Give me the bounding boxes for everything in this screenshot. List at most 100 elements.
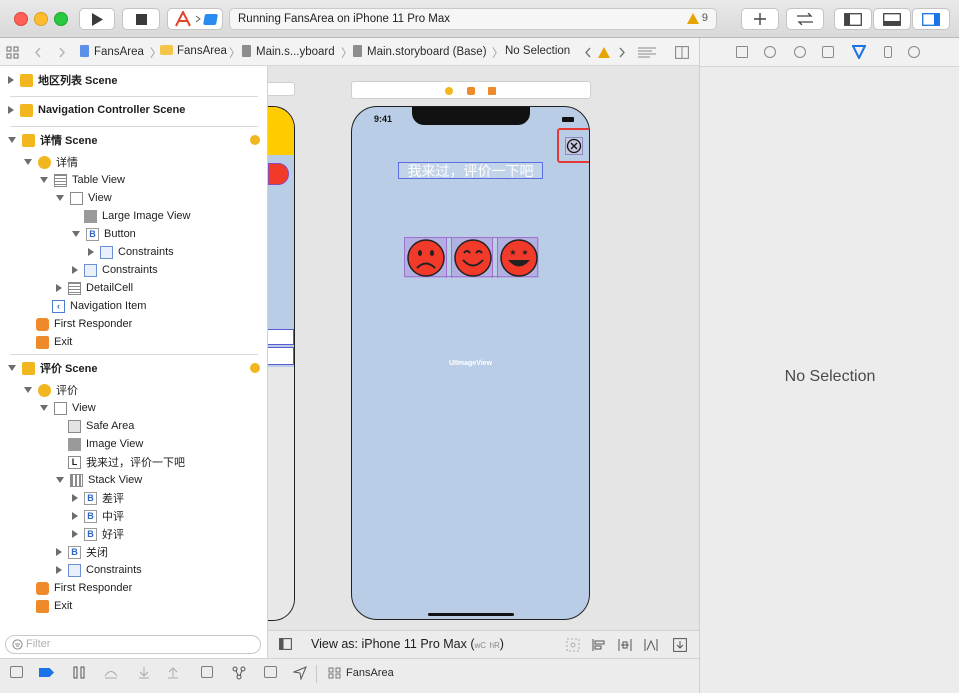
neutral-button[interactable]	[451, 238, 493, 278]
outline-row-button[interactable]: B 好评	[72, 525, 124, 543]
scene-dock[interactable]	[268, 82, 295, 96]
disclosure-triangle-icon[interactable]	[24, 159, 32, 165]
outline-row-view[interactable]: View	[40, 399, 96, 417]
forward-chevron-icon[interactable]	[58, 47, 66, 58]
add-editor-icon[interactable]	[675, 46, 689, 59]
history-inspector-icon[interactable]	[764, 46, 776, 58]
outline-row-scene[interactable]: 评价 Scene	[8, 359, 97, 377]
close-window-button[interactable]	[14, 12, 28, 26]
disclosure-triangle-icon[interactable]	[72, 231, 80, 237]
disclosure-triangle-icon[interactable]	[40, 177, 48, 183]
view-as-control[interactable]: View as: iPhone 11 Pro Max (wC hR)	[311, 637, 504, 651]
embed-in-icon[interactable]	[673, 638, 687, 652]
first-responder-icon[interactable]	[467, 87, 475, 95]
disclosure-triangle-icon[interactable]	[72, 494, 78, 502]
outline-row-button[interactable]: B 关闭	[56, 543, 108, 561]
outline-row-label[interactable]: L 我来过，评价一下吧	[68, 453, 185, 471]
breadcrumb-project[interactable]: FansArea	[80, 45, 144, 58]
pause-icon[interactable]	[73, 666, 85, 679]
code-review-button[interactable]	[786, 8, 824, 30]
outline-row-exit[interactable]: Exit	[36, 597, 72, 615]
run-button[interactable]	[79, 8, 115, 30]
minimize-window-button[interactable]	[34, 12, 48, 26]
memory-graph-icon[interactable]	[232, 666, 246, 680]
toggle-debug-area-button[interactable]	[873, 8, 911, 30]
disclosure-triangle-icon[interactable]	[72, 512, 78, 520]
back-chevron-icon[interactable]	[34, 47, 42, 58]
outline-row-view-controller[interactable]: 评价	[24, 381, 78, 399]
previous-issue-icon[interactable]	[584, 47, 592, 58]
outline-row-table-cell[interactable]: DetailCell	[56, 279, 133, 297]
prompt-label[interactable]: 我来过，评价一下吧	[398, 162, 543, 179]
outline-row-scene[interactable]: 详情 Scene	[8, 131, 97, 149]
outline-row-constraints[interactable]: Constraints	[72, 261, 158, 279]
outline-row-image-view[interactable]: Image View	[68, 435, 143, 453]
step-into-icon[interactable]	[138, 666, 150, 679]
outline-row-view[interactable]: View	[56, 189, 112, 207]
disclosure-triangle-icon[interactable]	[24, 387, 32, 393]
breadcrumb-selection[interactable]: No Selection	[505, 45, 570, 57]
outline-row-exit[interactable]: Exit	[36, 333, 72, 351]
filter-field[interactable]: Filter	[5, 635, 261, 654]
issue-warning-icon[interactable]	[598, 47, 610, 58]
outline-row-image-view[interactable]: Large Image View	[84, 207, 190, 225]
disclosure-triangle-icon[interactable]	[56, 195, 64, 201]
rating-stack-view[interactable]: ★ ★	[404, 237, 539, 278]
next-issue-icon[interactable]	[618, 47, 626, 58]
breadcrumb-group[interactable]: FansArea	[160, 45, 227, 57]
exit-icon[interactable]	[488, 87, 496, 95]
target-name[interactable]: FansArea	[346, 667, 394, 679]
disclosure-triangle-icon[interactable]	[8, 106, 14, 114]
outline-row-button[interactable]: B 差评	[72, 489, 124, 507]
warnings-indicator[interactable]: 9	[686, 12, 708, 24]
hide-debug-area-icon[interactable]	[10, 666, 23, 678]
scheme-selector[interactable]	[167, 8, 223, 30]
size-inspector-icon[interactable]	[884, 46, 892, 58]
disclosure-triangle-icon[interactable]	[8, 76, 14, 84]
stop-button[interactable]	[122, 8, 160, 30]
view-hierarchy-icon[interactable]	[201, 666, 213, 678]
resolve-layout-icon[interactable]	[644, 638, 658, 652]
step-out-icon[interactable]	[167, 666, 179, 679]
disclosure-triangle-icon[interactable]	[88, 248, 94, 256]
outline-row-scene[interactable]: 地区列表 Scene	[8, 71, 117, 89]
align-icon[interactable]	[592, 638, 606, 652]
good-button[interactable]: ★ ★	[497, 238, 539, 278]
breadcrumb-localization[interactable]: Main.storyboard (Base)	[353, 45, 487, 58]
attributes-inspector-icon[interactable]	[852, 45, 866, 59]
editor-options-icon[interactable]	[638, 47, 656, 58]
outline-row-first-responder[interactable]: First Responder	[36, 579, 132, 597]
breakpoints-toggle-icon[interactable]	[39, 668, 54, 677]
outline-row-safe-area[interactable]: Safe Area	[68, 417, 134, 435]
zoom-fit-icon[interactable]	[566, 638, 580, 652]
disclosure-triangle-icon[interactable]	[56, 284, 62, 292]
disclosure-triangle-icon[interactable]	[56, 477, 64, 483]
connections-inspector-icon[interactable]	[908, 46, 920, 58]
disclosure-triangle-icon[interactable]	[8, 137, 16, 143]
outline-row-button[interactable]: B 中评	[72, 507, 124, 525]
help-inspector-icon[interactable]	[794, 46, 806, 58]
detail-scene-phone[interactable]	[268, 106, 295, 621]
related-items-icon[interactable]	[6, 46, 19, 59]
outline-row-constraints[interactable]: Constraints	[56, 561, 142, 579]
outline-row-table-view[interactable]: Table View	[40, 171, 125, 189]
toggle-inspector-button[interactable]	[912, 8, 950, 30]
toggle-navigator-button[interactable]	[834, 8, 872, 30]
disclosure-triangle-icon[interactable]	[8, 365, 16, 371]
view-controller-icon[interactable]	[445, 87, 453, 95]
toggle-outline-icon[interactable]	[279, 638, 292, 650]
disclosure-triangle-icon[interactable]	[72, 266, 78, 274]
outline-row-view-controller[interactable]: 详情	[24, 153, 78, 171]
bad-button[interactable]	[405, 238, 447, 278]
simulate-location-icon[interactable]	[293, 666, 307, 680]
disclosure-triangle-icon[interactable]	[40, 405, 48, 411]
outline-row-button[interactable]: B Button	[72, 225, 136, 243]
disclosure-triangle-icon[interactable]	[56, 566, 62, 574]
outline-row-first-responder[interactable]: First Responder	[36, 315, 132, 333]
add-constraints-icon[interactable]	[618, 638, 632, 652]
step-over-icon[interactable]	[104, 667, 118, 679]
disclosure-triangle-icon[interactable]	[72, 530, 78, 538]
identity-inspector-icon[interactable]	[822, 46, 834, 58]
outline-row-constraints[interactable]: Constraints	[88, 243, 174, 261]
breadcrumb-file[interactable]: Main.s...yboard	[242, 45, 335, 58]
